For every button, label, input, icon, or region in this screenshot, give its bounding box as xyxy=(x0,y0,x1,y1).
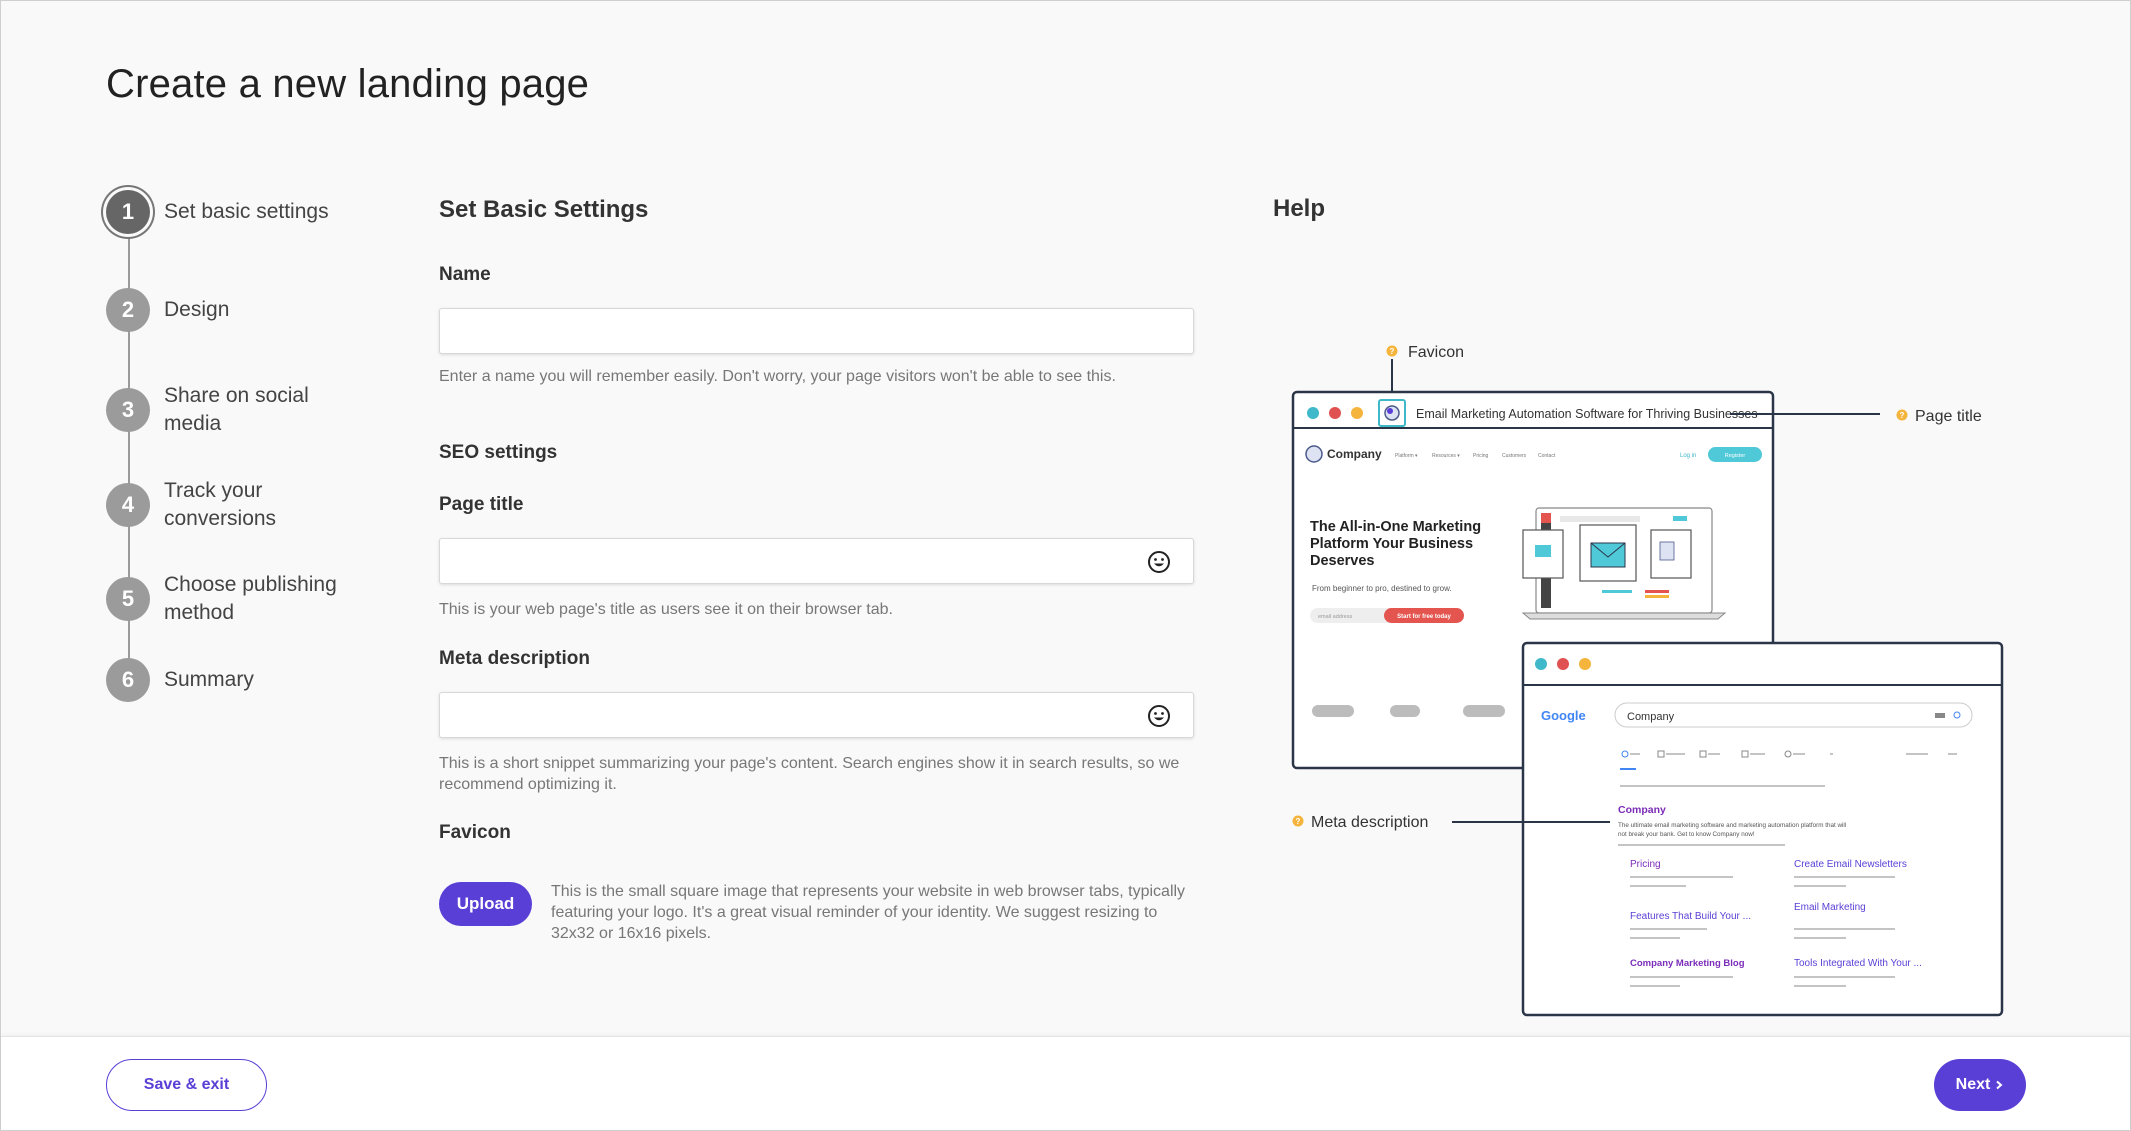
meta-description-input[interactable] xyxy=(454,705,1179,725)
svg-text:?: ? xyxy=(1296,817,1301,826)
step-number: 1 xyxy=(106,190,150,234)
meta-description-hint: This is a short snippet summarizing your… xyxy=(439,755,1180,793)
site-cta-button: Start for free today xyxy=(1397,614,1451,620)
next-button-label: Next xyxy=(1955,1076,1991,1093)
sitelink: Company Marketing Blog xyxy=(1630,958,1745,969)
name-input[interactable] xyxy=(454,321,1179,341)
step-label: Summary xyxy=(164,668,254,691)
favicon-callout-label: Favicon xyxy=(1408,344,1464,361)
site-headline: The All-in-One Marketing xyxy=(1310,519,1481,535)
sitelink: Features That Build Your ... xyxy=(1630,911,1751,922)
page-title-label: Page title xyxy=(439,494,524,515)
page-title-field[interactable] xyxy=(439,538,1194,584)
step-label: Choose publishing method xyxy=(164,573,337,624)
step-number: 4 xyxy=(106,483,150,527)
site-headline: Deserves xyxy=(1310,553,1375,569)
favicon-hint: This is the small square image that repr… xyxy=(551,883,1186,942)
step-publishing-method[interactable]: 5 Choose publishing method xyxy=(106,571,364,627)
step-design[interactable]: 2 Design xyxy=(106,288,364,332)
upload-favicon-button[interactable]: Upload xyxy=(439,882,532,926)
chevron-right-icon xyxy=(1996,1080,2003,1090)
step-number: 3 xyxy=(106,388,150,432)
wizard-stepper: 1 Set basic settings 2 Design 3 Share on… xyxy=(106,190,376,710)
site-nav-item: Pricing xyxy=(1473,453,1489,459)
step-label: Share on social media xyxy=(164,384,309,435)
site-brand: Company xyxy=(1327,447,1382,461)
site-nav-item: Resources ▾ xyxy=(1432,453,1460,459)
site-subtext: From beginner to pro, destined to grow. xyxy=(1312,584,1452,593)
step-number: 5 xyxy=(106,577,150,621)
meta-description-callout-label: Meta description xyxy=(1311,814,1428,831)
search-result-description: The ultimate email marketing software an… xyxy=(1618,822,1846,829)
seo-settings-heading: SEO settings xyxy=(439,442,558,463)
step-set-basic-settings[interactable]: 1 Set basic settings xyxy=(106,190,364,234)
step-number: 6 xyxy=(106,658,150,702)
site-nav-item: Platform ▾ xyxy=(1395,453,1418,459)
site-nav-item: Customers xyxy=(1502,453,1527,459)
search-result-description: not break your bank. Get to know Company… xyxy=(1618,831,1755,838)
sitelink: Tools Integrated With Your ... xyxy=(1794,958,1922,969)
laptop-illustration xyxy=(1521,507,1727,620)
search-results-preview: Google Company Company The ultimate emai… xyxy=(1521,641,2004,1017)
favicon-label: Favicon xyxy=(439,822,511,843)
emoji-picker-icon[interactable] xyxy=(1147,550,1171,574)
step-label: Track your conversions xyxy=(164,479,277,530)
help-illustration: ? Favicon Email Marketing Automation Sof… xyxy=(1280,335,2020,1025)
step-number: 2 xyxy=(106,288,150,332)
sitelink: Pricing xyxy=(1630,859,1661,870)
meta-description-label: Meta description xyxy=(439,648,590,669)
step-share-social[interactable]: 3 Share on social media xyxy=(106,382,364,438)
sitelink: Email Marketing xyxy=(1794,902,1866,913)
site-email-field: email address xyxy=(1318,614,1352,620)
step-label: Design xyxy=(164,298,230,321)
name-label: Name xyxy=(439,264,491,285)
site-nav-item: Contact xyxy=(1538,453,1556,459)
wizard-footer: Save & exit Next xyxy=(1,1036,2130,1130)
search-result-title: Company xyxy=(1618,804,1666,816)
form-section-title: Set Basic Settings xyxy=(439,196,649,223)
name-field[interactable] xyxy=(439,308,1194,354)
site-login-link: Log in xyxy=(1680,453,1696,459)
save-exit-button[interactable]: Save & exit xyxy=(106,1059,267,1111)
step-label: Set basic settings xyxy=(164,200,329,223)
search-query: Company xyxy=(1627,711,1675,723)
page-title: Create a new landing page xyxy=(106,62,590,106)
site-headline: Platform Your Business xyxy=(1310,536,1473,552)
help-title: Help xyxy=(1273,195,1326,222)
meta-description-field[interactable] xyxy=(439,692,1194,738)
svg-text:?: ? xyxy=(1900,411,1905,420)
step-track-conversions[interactable]: 4 Track your conversions xyxy=(106,477,364,533)
name-hint: Enter a name you will remember easily. D… xyxy=(439,368,1116,385)
site-register-button: Register xyxy=(1725,453,1746,459)
sitelink: Create Email Newsletters xyxy=(1794,859,1907,870)
svg-text:?: ? xyxy=(1390,347,1395,356)
page-title-hint: This is your web page's title as users s… xyxy=(439,601,893,618)
favicon-callout: ? Favicon xyxy=(1386,344,1464,395)
search-engine-logo: Google xyxy=(1541,708,1586,723)
emoji-picker-icon[interactable] xyxy=(1147,704,1171,728)
step-summary[interactable]: 6 Summary xyxy=(106,658,364,702)
page-title-input[interactable] xyxy=(454,551,1179,571)
page-title-callout-label: Page title xyxy=(1915,408,1982,425)
browser-tab-title: Email Marketing Automation Software for … xyxy=(1416,407,1758,421)
next-button[interactable]: Next xyxy=(1934,1059,2026,1111)
